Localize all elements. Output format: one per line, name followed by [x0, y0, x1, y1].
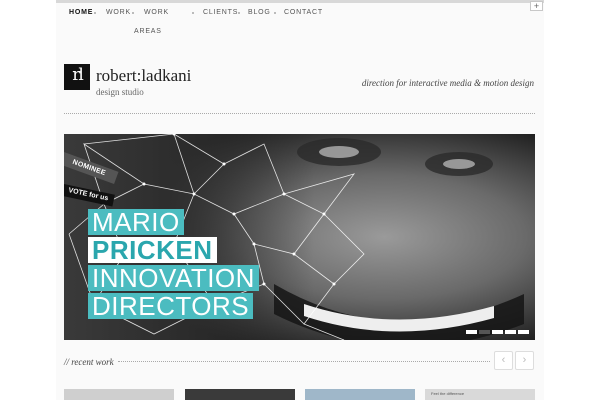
- slide-dot[interactable]: [505, 330, 516, 334]
- logo-subtitle: design studio: [96, 87, 144, 97]
- slide-pager: [466, 330, 529, 334]
- slide-dot[interactable]: [518, 330, 529, 334]
- hero-headline-line: PRICKEN: [88, 237, 217, 263]
- hero-headline-line: MARIO: [88, 209, 184, 235]
- nav-separator: [94, 12, 96, 14]
- top-rule: [56, 0, 544, 3]
- nav-item-blog[interactable]: BLOG: [248, 9, 271, 16]
- main-nav: HOME WORK WORK AREAS CLIENTS BLOG CONTAC…: [60, 7, 540, 41]
- nav-item-clients[interactable]: CLIENTS: [203, 9, 238, 16]
- site-logo[interactable]: rl robert:ladkani design studio: [64, 62, 224, 102]
- nav-item-work-areas-line2[interactable]: AREAS: [134, 28, 162, 35]
- nav-separator: [192, 12, 194, 14]
- recent-work-thumb[interactable]: [185, 389, 295, 400]
- nav-item-work-areas[interactable]: WORK: [144, 9, 169, 16]
- recent-work-thumb[interactable]: [305, 389, 415, 400]
- nav-item-contact[interactable]: CONTACT: [284, 9, 323, 16]
- logo-mark: rl: [64, 64, 90, 90]
- next-arrow-icon[interactable]: ›: [515, 351, 534, 370]
- recent-work-thumb[interactable]: Feel the difference: [425, 389, 535, 400]
- slide-dot[interactable]: [492, 330, 503, 334]
- slide-dot[interactable]: [479, 330, 490, 334]
- logo-name: robert:ladkani: [96, 66, 192, 85]
- nav-separator: [274, 12, 276, 14]
- site-tagline: direction for interactive media & motion…: [361, 78, 534, 88]
- nav-item-work[interactable]: WORK: [106, 9, 131, 16]
- nav-item-work-areas-line1: WORK: [144, 9, 169, 16]
- slide-dot[interactable]: [466, 330, 477, 334]
- hero-slider[interactable]: NOMINEE VOTE for us MARIO PRICKEN INNOVA…: [64, 134, 535, 340]
- hero-headline-line: DIRECTORS: [88, 293, 254, 319]
- nav-separator: [238, 12, 240, 14]
- nav-separator: [132, 12, 134, 14]
- header-divider: [64, 113, 535, 114]
- recent-work-divider: [118, 361, 490, 362]
- thumb-caption: Feel the difference: [431, 391, 465, 396]
- recent-work-heading: // recent work: [64, 357, 114, 367]
- recent-work-thumb[interactable]: [64, 389, 174, 400]
- prev-arrow-icon[interactable]: ‹: [494, 351, 513, 370]
- nav-item-home[interactable]: HOME: [69, 9, 93, 16]
- hero-headline-line: INNOVATION: [88, 265, 259, 291]
